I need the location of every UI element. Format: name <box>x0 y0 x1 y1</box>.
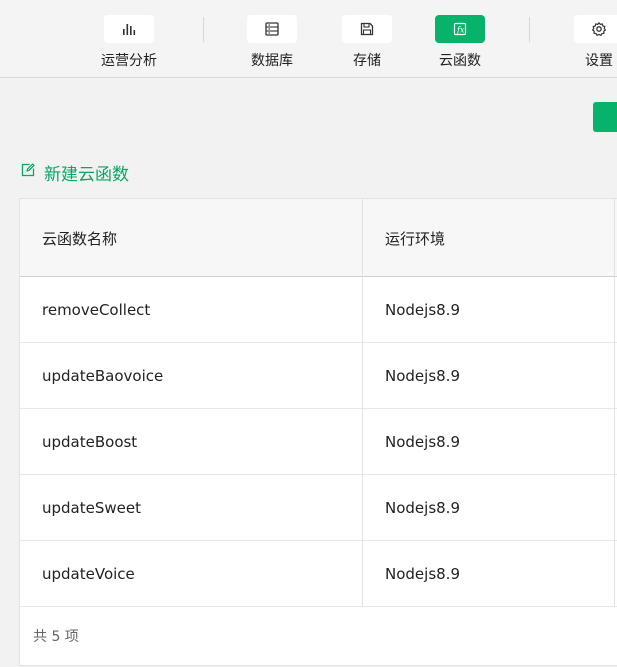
runtime-cell: Nodejs8.9 <box>385 367 460 385</box>
primary-action-button[interactable] <box>593 102 617 132</box>
table-row[interactable]: removeCollect Nodejs8.9 <box>20 277 617 343</box>
top-toolbar: 运营分析 数据库 存储 fx 云函数 设置 <box>0 0 617 78</box>
new-cloud-function-link[interactable]: 新建云函数 <box>20 159 129 185</box>
svg-text:fx: fx <box>456 26 465 35</box>
toolbar-divider <box>203 17 204 42</box>
function-name-cell[interactable]: updateBoost <box>20 409 363 475</box>
toolbar-item-cloud-functions[interactable]: fx 云函数 <box>434 0 486 76</box>
runtime-cell: Nodejs8.9 <box>385 499 460 517</box>
toolbar-label: 存储 <box>353 53 381 69</box>
toolbar-item-analytics[interactable]: 运营分析 <box>96 0 162 76</box>
cloud-function-table: 云函数名称 运行环境 removeCollect Nodejs8.9 updat… <box>19 198 617 666</box>
table-row[interactable]: updateBoost Nodejs8.9 <box>20 409 617 475</box>
table-total-count: 共 5 项 <box>33 629 79 645</box>
runtime-cell: Nodejs8.9 <box>385 565 460 583</box>
new-cloud-function-label: 新建云函数 <box>44 164 129 185</box>
function-name-cell[interactable]: updateVoice <box>20 541 363 607</box>
runtime-cell: Nodejs8.9 <box>385 301 460 319</box>
column-divider <box>362 199 363 607</box>
toolbar-label: 设置 <box>585 53 613 69</box>
gear-icon <box>574 15 617 43</box>
function-name-cell[interactable]: updateSweet <box>20 475 363 541</box>
toolbar-label: 运营分析 <box>101 53 157 69</box>
toolbar-label: 数据库 <box>251 53 293 69</box>
function-name-cell[interactable]: removeCollect <box>20 277 363 343</box>
toolbar-item-storage[interactable]: 存储 <box>341 0 393 76</box>
column-header-name[interactable]: 云函数名称 <box>20 199 363 277</box>
toolbar-item-settings[interactable]: 设置 <box>574 0 617 76</box>
edit-icon <box>20 162 36 182</box>
column-header-runtime[interactable]: 运行环境 <box>363 199 615 277</box>
toolbar-label: 云函数 <box>439 53 481 69</box>
function-name-cell[interactable]: updateBaovoice <box>20 343 363 409</box>
table-row[interactable]: updateVoice Nodejs8.9 <box>20 541 617 607</box>
toolbar-divider <box>529 17 530 42</box>
function-icon: fx <box>435 15 485 43</box>
column-divider <box>614 199 615 607</box>
runtime-cell: Nodejs8.9 <box>385 433 460 451</box>
table-row[interactable]: updateBaovoice Nodejs8.9 <box>20 343 617 409</box>
save-icon <box>342 15 392 43</box>
toolbar-item-database[interactable]: 数据库 <box>246 0 298 76</box>
bar-chart-icon <box>104 15 154 43</box>
table-header: 云函数名称 运行环境 <box>20 199 617 277</box>
database-icon <box>247 15 297 43</box>
table-row[interactable]: updateSweet Nodejs8.9 <box>20 475 617 541</box>
